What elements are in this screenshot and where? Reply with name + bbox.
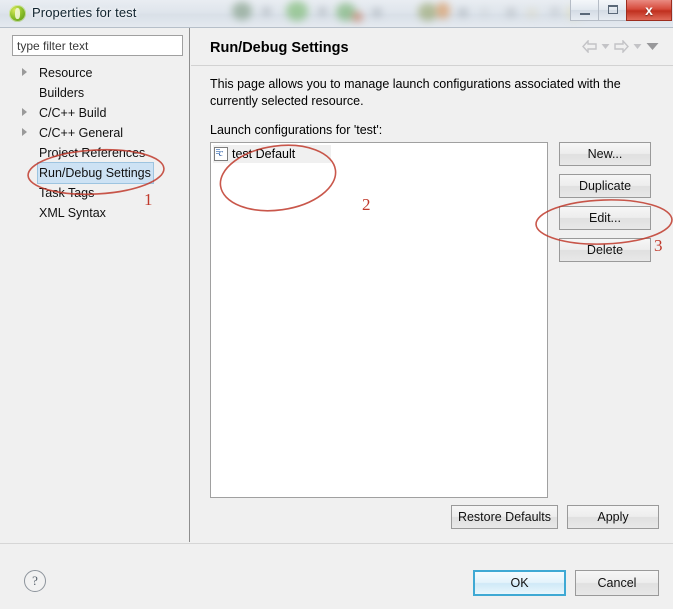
sidebar-item-label: Task Tags	[39, 186, 95, 200]
back-arrow-icon[interactable]	[582, 40, 597, 53]
title-bar[interactable]: Properties for test x	[0, 0, 673, 28]
sidebar-item-label: Resource	[39, 66, 93, 80]
chevron-right-icon[interactable]	[22, 128, 27, 136]
sidebar-item-label: XML Syntax	[39, 206, 106, 220]
sidebar-item-resource[interactable]: Resource	[12, 62, 184, 82]
sidebar-item-run-debug-settings[interactable]: Run/Debug Settings	[12, 162, 184, 184]
launch-config-actions: New... Duplicate Edit... Delete	[559, 142, 651, 270]
sidebar-item-label: C/C++ General	[39, 126, 124, 140]
title-divider	[191, 65, 673, 66]
properties-dialog: Properties for test x Resource Builders	[0, 0, 673, 609]
sidebar-item-task-tags[interactable]: Task Tags	[12, 182, 184, 202]
chevron-right-icon[interactable]	[22, 68, 27, 76]
sidebar-item-builders[interactable]: Builders	[12, 82, 184, 102]
ok-button[interactable]: OK	[473, 570, 566, 596]
sidebar-item-cpp-build[interactable]: C/C++ Build	[12, 102, 184, 122]
cancel-button[interactable]: Cancel	[575, 570, 659, 596]
sidebar-item-project-references[interactable]: Project References	[12, 142, 184, 162]
apply-button[interactable]: Apply	[567, 505, 659, 529]
settings-tree: Resource Builders C/C++ Build C/C++ Gene…	[12, 62, 184, 222]
sidebar-item-xml-syntax[interactable]: XML Syntax	[12, 202, 184, 222]
settings-sidebar: Resource Builders C/C++ Build C/C++ Gene…	[0, 28, 190, 542]
sidebar-item-label: C/C++ Build	[39, 106, 107, 120]
window-controls: x	[570, 0, 672, 22]
restore-defaults-button[interactable]: Restore Defaults	[451, 505, 558, 529]
chevron-right-icon[interactable]	[22, 108, 27, 116]
page-title: Run/Debug Settings	[210, 40, 349, 56]
page-description: This page allows you to manage launch co…	[210, 77, 621, 108]
help-icon[interactable]: ?	[24, 570, 46, 592]
forward-arrow-icon[interactable]	[614, 40, 629, 53]
sidebar-item-label: Builders	[39, 86, 85, 100]
list-item-label: test Default	[232, 147, 296, 161]
duplicate-button[interactable]: Duplicate	[559, 174, 651, 198]
dialog-body: Resource Builders C/C++ Build C/C++ Gene…	[0, 28, 673, 609]
sidebar-item-label: Run/Debug Settings	[37, 162, 154, 184]
back-dropdown-icon[interactable]	[601, 43, 610, 50]
window-title: Properties for test	[32, 5, 137, 20]
minimize-button[interactable]	[570, 0, 599, 21]
list-item[interactable]: c test Default	[213, 145, 331, 163]
page-action-buttons: Restore Defaults Apply	[451, 505, 659, 529]
dialog-footer: ? OK Cancel	[0, 544, 673, 609]
new-button[interactable]: New...	[559, 142, 651, 166]
launch-configurations-list[interactable]: c test Default	[210, 142, 548, 498]
eclipse-icon	[9, 5, 26, 22]
c-file-icon: c	[214, 147, 228, 161]
sidebar-item-cpp-general[interactable]: C/C++ General	[12, 122, 184, 142]
close-button[interactable]: x	[626, 0, 672, 21]
close-icon: x	[645, 1, 653, 18]
edit-button[interactable]: Edit...	[559, 206, 651, 230]
page-nav-icons	[582, 40, 659, 53]
launch-configurations-label: Launch configurations for 'test':	[210, 123, 383, 137]
dialog-buttons: OK Cancel	[473, 570, 659, 596]
forward-dropdown-icon[interactable]	[633, 43, 642, 50]
menu-caret-icon[interactable]	[646, 42, 659, 51]
settings-content: Run/Debug Settings This page allows you …	[191, 28, 673, 542]
filter-input[interactable]	[12, 35, 183, 56]
maximize-button[interactable]	[598, 0, 627, 21]
sidebar-item-label: Project References	[39, 146, 146, 160]
delete-button[interactable]: Delete	[559, 238, 651, 262]
